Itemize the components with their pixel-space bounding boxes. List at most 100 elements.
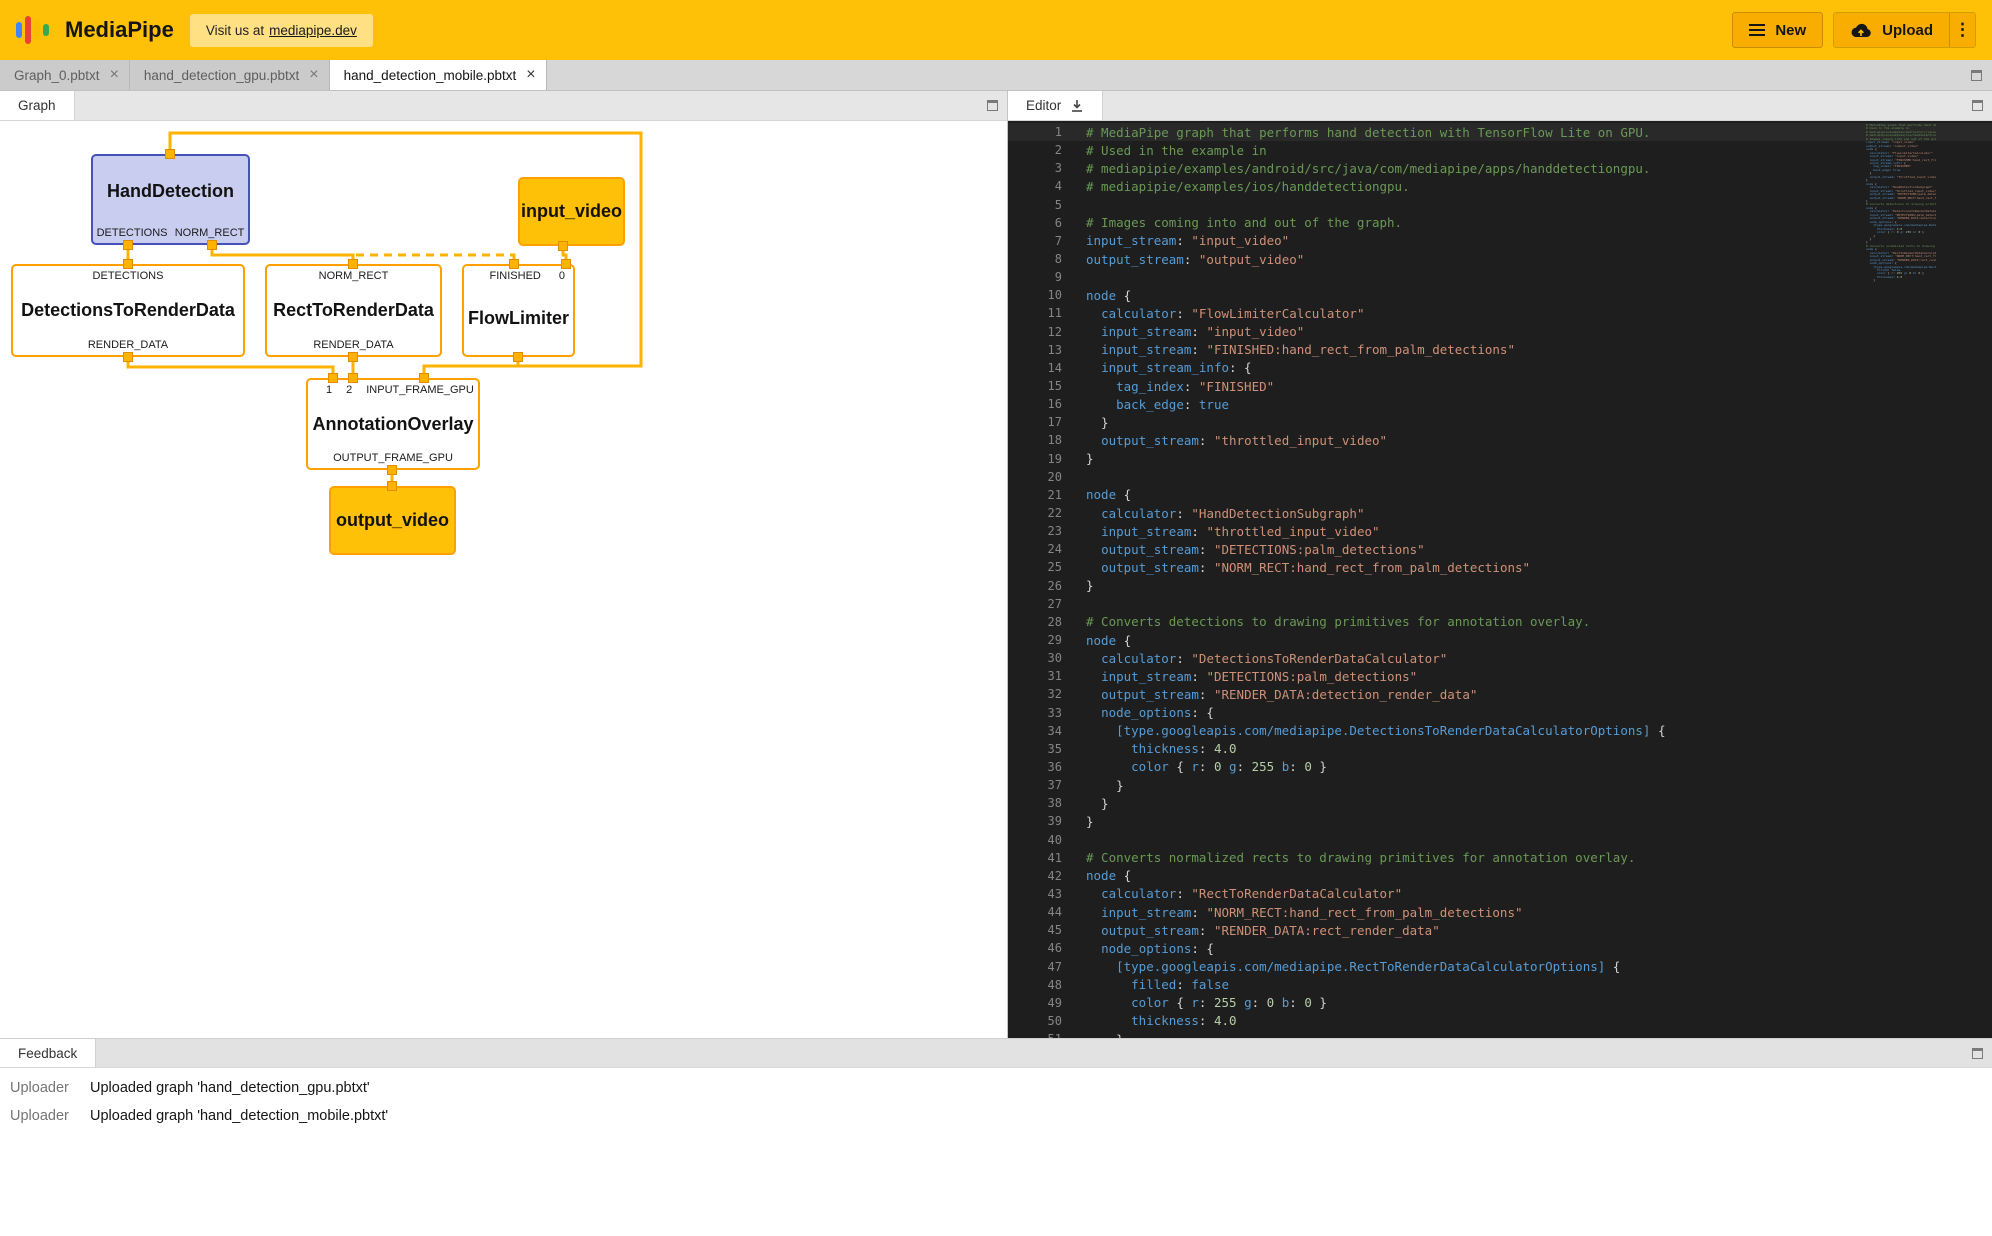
line-number: 1 [1008,125,1062,139]
node-ports-bottom: OUTPUT_FRAME_GPU [308,452,478,468]
code-line[interactable]: 50 thickness: 4.0 [1008,1012,1992,1030]
code-line[interactable]: 18 output_stream: "throttled_input_video… [1008,431,1992,449]
code-line[interactable]: 23 input_stream: "throttled_input_video" [1008,522,1992,540]
tab-close-icon[interactable]: × [309,67,318,83]
line-content: output_stream: "RENDER_DATA:rect_render_… [1062,923,1440,938]
code-line[interactable]: 33 node_options: { [1008,704,1992,722]
code-line[interactable]: 28# Converts detections to drawing primi… [1008,613,1992,631]
file-tab[interactable]: hand_detection_gpu.pbtxt× [130,60,330,90]
line-number: 21 [1008,488,1062,502]
code-line[interactable]: 6# Images coming into and out of the gra… [1008,214,1992,232]
code-line[interactable]: 48 filled: false [1008,976,1992,994]
code-line[interactable]: 16 back_edge: true [1008,395,1992,413]
code-line[interactable]: 11 calculator: "FlowLimiterCalculator" [1008,304,1992,322]
code-line[interactable]: 12 input_stream: "input_video" [1008,323,1992,341]
line-number: 2 [1008,143,1062,157]
code-line[interactable]: 39} [1008,812,1992,830]
graph-node-output-video[interactable]: output_video [329,486,456,555]
code-line[interactable]: 46 node_options: { [1008,939,1992,957]
editor-minimap[interactable]: # MediaPipe graph that performs hand det… [1866,124,1936,283]
code-line[interactable]: 30 calculator: "DetectionsToRenderDataCa… [1008,649,1992,667]
graph-node-rect-to-render-data[interactable]: NORM_RECTRectToRenderDataRENDER_DATA [265,264,442,357]
code-line[interactable]: 45 output_stream: "RENDER_DATA:rect_rend… [1008,921,1992,939]
line-content: node_options: { [1062,941,1214,956]
code-line[interactable]: 34 [type.googleapis.com/mediapipe.Detect… [1008,722,1992,740]
code-line[interactable]: 37 } [1008,776,1992,794]
code-line[interactable]: 10node { [1008,286,1992,304]
code-line[interactable]: 8output_stream: "output_video" [1008,250,1992,268]
code-line[interactable]: 5 [1008,196,1992,214]
tab-close-icon[interactable]: × [110,67,119,83]
code-line[interactable]: 4# mediapipie/examples/ios/handdetection… [1008,177,1992,195]
code-line[interactable]: 9 [1008,268,1992,286]
code-line[interactable]: 1# MediaPipe graph that performs hand de… [1008,123,1992,141]
graph-canvas[interactable]: HandDetectionDETECTIONSNORM_RECT input_vi… [0,121,1007,1038]
more-options-icon[interactable]: ⋮ [1949,13,1975,47]
upload-button[interactable]: Upload [1834,13,1949,47]
code-line[interactable]: 29node { [1008,631,1992,649]
port-label: 1 [326,384,332,396]
code-line[interactable]: 25 output_stream: "NORM_RECT:hand_rect_f… [1008,558,1992,576]
code-line[interactable]: 19} [1008,450,1992,468]
line-number: 40 [1008,833,1062,847]
tab-graph[interactable]: Graph [0,91,75,120]
code-line[interactable]: 27 [1008,595,1992,613]
code-line[interactable]: 41# Converts normalized rects to drawing… [1008,849,1992,867]
line-content: input_stream: "throttled_input_video" [1062,524,1380,539]
code-line[interactable]: 20 [1008,468,1992,486]
code-line[interactable]: 22 calculator: "HandDetectionSubgraph" [1008,504,1992,522]
code-line[interactable]: 31 input_stream: "DETECTIONS:palm_detect… [1008,667,1992,685]
line-number: 6 [1008,216,1062,230]
editor-maximize-icon[interactable] [1972,100,1983,111]
line-content: input_stream: "FINISHED:hand_rect_from_p… [1062,342,1515,357]
upload-button-group: Upload ⋮ [1833,12,1976,48]
code-line[interactable]: 35 thickness: 4.0 [1008,740,1992,758]
file-tab[interactable]: hand_detection_mobile.pbtxt× [330,60,547,90]
line-content: color { r: 255 g: 0 b: 0 } [1062,995,1327,1010]
graph-node-flow-limiter[interactable]: FINISHED0FlowLimiter [462,264,575,357]
graph-node-annotation-overlay[interactable]: 12INPUT_FRAME_GPUAnnotationOverlayOUTPUT… [306,378,480,470]
tab-close-icon[interactable]: × [526,67,535,83]
code-line[interactable]: 44 input_stream: "NORM_RECT:hand_rect_fr… [1008,903,1992,921]
line-number: 41 [1008,851,1062,865]
code-line[interactable]: 47 [type.googleapis.com/mediapipe.RectTo… [1008,957,1992,975]
graph-node-input-video[interactable]: input_video [518,177,625,246]
code-line[interactable]: 38 } [1008,794,1992,812]
graph-node-detections-to-render-data[interactable]: DETECTIONSDetectionsToRenderDataRENDER_D… [11,264,245,357]
code-line[interactable]: 42node { [1008,867,1992,885]
graph-node-hand-detection[interactable]: HandDetectionDETECTIONSNORM_RECT [91,154,250,245]
code-line[interactable]: 3# mediapipie/examples/android/src/java/… [1008,159,1992,177]
code-line[interactable]: 15 tag_index: "FINISHED" [1008,377,1992,395]
code-line[interactable]: 32 output_stream: "RENDER_DATA:detection… [1008,685,1992,703]
download-icon[interactable] [1070,99,1084,113]
code-line[interactable]: 2# Used in the example in [1008,141,1992,159]
code-line[interactable]: 17 } [1008,413,1992,431]
code-line[interactable]: 43 calculator: "RectToRenderDataCalculat… [1008,885,1992,903]
code-line[interactable]: 24 output_stream: "DETECTIONS:palm_detec… [1008,540,1992,558]
tab-editor[interactable]: Editor [1008,91,1103,120]
maximize-panel-icon[interactable] [1971,70,1982,81]
code-line[interactable]: 14 input_stream_info: { [1008,359,1992,377]
tab-feedback[interactable]: Feedback [0,1039,96,1067]
feedback-maximize-icon[interactable] [1972,1048,1983,1059]
node-ports-top: 12INPUT_FRAME_GPU [308,380,478,396]
line-number: 24 [1008,542,1062,556]
new-button[interactable]: New [1732,12,1823,48]
file-tab-label: Graph_0.pbtxt [14,68,100,83]
code-line[interactable]: 49 color { r: 255 g: 0 b: 0 } [1008,994,1992,1012]
code-line[interactable]: 51 } [1008,1030,1992,1038]
code-line[interactable]: 26} [1008,577,1992,595]
line-content: tag_index: "FINISHED" [1062,379,1274,394]
code-editor[interactable]: 1 # MediaPipe graph that performs hand de… [1008,121,1992,1038]
port-label: 0 [559,270,565,282]
code-line[interactable]: 13 input_stream: "FINISHED:hand_rect_fro… [1008,341,1992,359]
node-ports-bottom: RENDER_DATA [13,339,243,355]
code-line[interactable]: 21node { [1008,486,1992,504]
code-line[interactable]: 40 [1008,830,1992,848]
mediapipe-dev-link[interactable]: mediapipe.dev [269,23,357,38]
file-tab[interactable]: Graph_0.pbtxt × [0,60,130,90]
code-line[interactable]: 36 color { r: 0 g: 255 b: 0 } [1008,758,1992,776]
line-content: calculator: "FlowLimiterCalculator" [1062,306,1364,321]
code-line[interactable]: 7input_stream: "input_video" [1008,232,1992,250]
graph-maximize-icon[interactable] [987,100,998,111]
